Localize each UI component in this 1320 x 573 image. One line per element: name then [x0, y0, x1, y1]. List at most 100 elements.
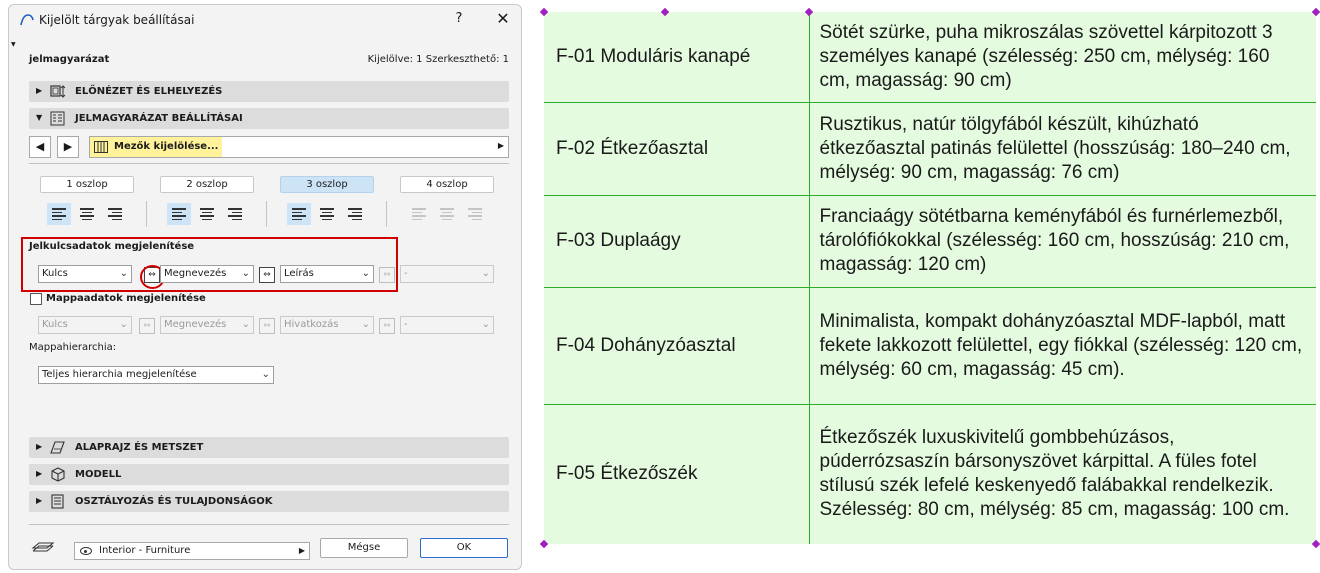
- collapsed-triangle-icon: ▶: [36, 496, 43, 505]
- separator: [266, 201, 267, 227]
- selection-handle[interactable]: [1311, 539, 1320, 549]
- folder-field-4: - ⌄: [400, 316, 494, 334]
- ok-button[interactable]: OK: [420, 538, 508, 558]
- column-1-button[interactable]: 1 oszlop: [40, 176, 134, 193]
- collapsed-triangle-icon: ▶: [36, 442, 43, 451]
- section-title: JELMAGYARÁZAT BEÁLLÍTÁSAI: [75, 113, 243, 124]
- section-floor-plan[interactable]: ▶ ALAPRAJZ ÉS METSZET: [29, 437, 509, 458]
- floor-plan-icon: [50, 441, 65, 454]
- folder-field-1: Kulcs ⌄: [38, 316, 132, 334]
- layers-icon: [31, 542, 55, 552]
- align-left-icon[interactable]: [47, 203, 71, 225]
- legend-row: F-05 Étkezőszék Étkezőszék luxuskivitelű…: [544, 404, 1316, 544]
- align-center-icon[interactable]: [195, 203, 219, 225]
- legend-settings-icon: [50, 111, 65, 126]
- field-selector-label: Mezők kijelölése...: [114, 141, 219, 152]
- key-field-2[interactable]: Megnevezés ⌄: [160, 265, 254, 283]
- section-title: MODELL: [75, 469, 122, 480]
- section-title: ALAPRAJZ ÉS METSZET: [75, 442, 204, 453]
- hierarchy-dropdown[interactable]: Teljes hierarchia megjelenítése ⌄: [38, 366, 274, 384]
- column-4-button[interactable]: 4 oszlop: [400, 176, 494, 193]
- next-button[interactable]: ▶: [57, 136, 79, 158]
- folder-data-checkbox[interactable]: [30, 293, 42, 305]
- divider: [29, 163, 509, 164]
- section-legend-settings[interactable]: ▼ JELMAGYARÁZAT BEÁLLÍTÁSAI: [29, 108, 509, 129]
- chevron-down-icon: ⌄: [361, 268, 370, 279]
- chevron-down-icon: ⌄: [481, 268, 490, 279]
- align-left-icon[interactable]: [287, 203, 311, 225]
- legend-row: F-04 Dohányzóasztal Minimalista, kompakt…: [544, 287, 1316, 405]
- chevron-down-icon: ⌄: [119, 268, 128, 279]
- arrow-right-icon: ▶: [497, 141, 504, 150]
- align-left-icon[interactable]: [167, 203, 191, 225]
- field-selector-highlight: Mezők kijelölése...: [90, 137, 222, 157]
- legend-code: F-03 Duplaágy: [544, 195, 810, 288]
- legend-description: Minimalista, kompakt dohányzóasztal MDF-…: [809, 287, 1316, 405]
- separator: [386, 201, 387, 227]
- legend-description: Rusztikus, natúr tölgyfából készült, kih…: [809, 102, 1316, 196]
- folder-data-label: Mappaadatok megjelenítése: [46, 293, 206, 304]
- model-cube-icon: [51, 467, 65, 482]
- expanded-triangle-icon: ▼: [36, 113, 43, 122]
- folder-field-3: Hivatkozás ⌄: [280, 316, 374, 334]
- align-right-icon[interactable]: [343, 203, 367, 225]
- align-center-icon[interactable]: [315, 203, 339, 225]
- align-center-icon[interactable]: [75, 203, 99, 225]
- section-title: OSZTÁLYOZÁS ÉS TULAJDONSÁGOK: [75, 496, 273, 507]
- chevron-down-icon: ⌄: [481, 319, 490, 330]
- prev-button[interactable]: ◀: [29, 136, 51, 158]
- classification-list-icon: [51, 494, 64, 509]
- selection-info: Kijelölve: 1 Szerkeszthető: 1: [367, 54, 509, 65]
- chevron-down-icon: ⌄: [119, 319, 128, 330]
- folder-field-2: Megnevezés ⌄: [160, 316, 254, 334]
- legend-table[interactable]: F-01 Moduláris kanapé Sötét szürke, puha…: [544, 12, 1316, 544]
- settings-dialog: Kijelölt tárgyak beállításai ? ✕ ▼ jelma…: [8, 4, 522, 570]
- tool-name: jelmagyarázat: [29, 54, 110, 65]
- key-field-1[interactable]: Kulcs ⌄: [38, 265, 132, 283]
- layer-dropdown[interactable]: Interior - Furniture ▶: [74, 542, 310, 560]
- divider: [29, 524, 509, 525]
- section-classification[interactable]: ▶ OSZTÁLYOZÁS ÉS TULAJDONSÁGOK: [29, 491, 509, 512]
- legend-code: F-02 Étkezőasztal: [544, 102, 810, 196]
- eye-icon: [80, 547, 92, 555]
- cancel-button[interactable]: Mégse: [320, 538, 408, 558]
- section-model[interactable]: ▶ MODELL: [29, 464, 509, 485]
- field-selector[interactable]: Mezők kijelölése... ▶: [89, 136, 509, 158]
- link-fields-icon: ⇔: [259, 318, 275, 334]
- archicad-icon: [20, 14, 34, 26]
- column-3-button[interactable]: 3 oszlop: [280, 176, 374, 193]
- expand-arrow-icon[interactable]: ▼: [11, 41, 16, 48]
- collapsed-triangle-icon: ▶: [36, 469, 43, 478]
- preview-icon: [50, 85, 66, 98]
- link-fields-icon: ⇔: [379, 318, 395, 334]
- link-fields-icon: ⇔: [139, 318, 155, 334]
- hierarchy-label: Mappahierarchia:: [29, 342, 117, 353]
- legend-row: F-02 Étkezőasztal Rusztikus, natúr tölgy…: [544, 102, 1316, 196]
- legend-code: F-04 Dohányzóasztal: [544, 287, 810, 405]
- separator: [146, 201, 147, 227]
- legend-description: Franciaágy sötétbarna keményfából és fur…: [809, 195, 1316, 288]
- align-right-icon[interactable]: [223, 203, 247, 225]
- dialog-title: Kijelölt tárgyak beállításai: [39, 13, 195, 27]
- link-fields-icon: ⇔: [379, 267, 395, 283]
- align-right-icon[interactable]: [103, 203, 127, 225]
- field-selector-bar: ◀ ▶ Mezők kijelölése... ▶: [29, 136, 509, 158]
- columns-icon: [94, 141, 108, 153]
- close-button[interactable]: ✕: [493, 9, 513, 28]
- collapsed-triangle-icon: ▶: [36, 86, 43, 95]
- arrow-right-icon: ▶: [298, 546, 305, 555]
- help-button[interactable]: ?: [449, 11, 469, 26]
- section-preview[interactable]: ▶ ELŐNÉZET ÉS ELHELYEZÉS: [29, 81, 509, 102]
- column-2-button[interactable]: 2 oszlop: [160, 176, 254, 193]
- align-left-icon: [407, 203, 431, 225]
- key-field-4: - ⌄: [400, 265, 494, 283]
- legend-row: F-01 Moduláris kanapé Sötét szürke, puha…: [544, 12, 1316, 103]
- chevron-down-icon: ⌄: [241, 268, 250, 279]
- chevron-down-icon: ⌄: [261, 369, 270, 380]
- section-title: ELŐNÉZET ÉS ELHELYEZÉS: [75, 86, 223, 97]
- link-fields-icon[interactable]: ⇔: [259, 267, 275, 283]
- legend-code: F-05 Étkezőszék: [544, 404, 810, 544]
- legend-code: F-01 Moduláris kanapé: [544, 12, 810, 103]
- chevron-down-icon: ⌄: [241, 319, 250, 330]
- key-field-3[interactable]: Leírás ⌄: [280, 265, 374, 283]
